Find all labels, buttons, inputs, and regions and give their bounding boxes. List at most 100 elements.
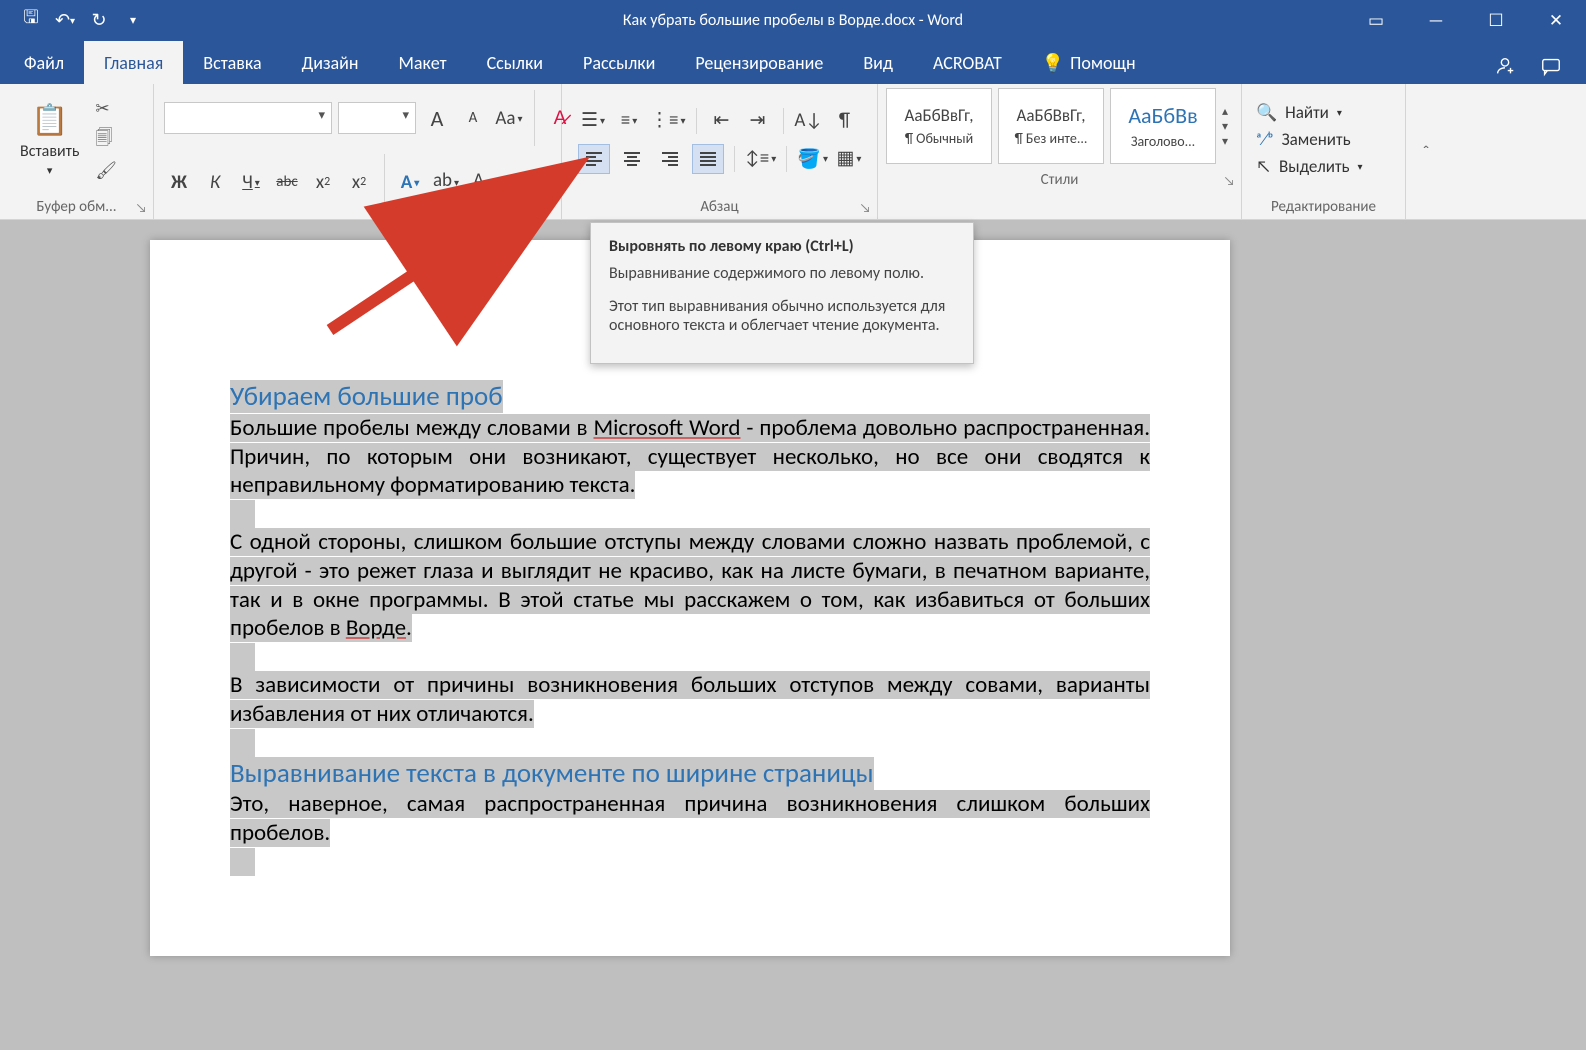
styles-group-label: Стили↘ bbox=[878, 168, 1241, 192]
dialog-launcher-icon[interactable]: ↘ bbox=[860, 201, 871, 216]
group-styles: АаБбВвГг, ¶ Обычный АаБбВвГг, ¶ Без инте… bbox=[878, 84, 1242, 219]
editing-group-label: Редактирование bbox=[1242, 195, 1405, 219]
grow-font-button[interactable]: A bbox=[422, 103, 452, 133]
style-name: ¶ Без инте... bbox=[1015, 130, 1088, 147]
decrease-indent-button[interactable]: ⇤ bbox=[707, 106, 737, 136]
qat-customize-icon[interactable]: ▾ bbox=[118, 5, 148, 35]
tab-mailings[interactable]: Рассылки bbox=[563, 41, 675, 84]
empty-line-selection bbox=[230, 500, 255, 528]
dialog-launcher-icon[interactable]: ↘ bbox=[1224, 174, 1235, 189]
tab-review[interactable]: Рецензирование bbox=[675, 41, 843, 84]
style-normal[interactable]: АаБбВвГг, ¶ Обычный bbox=[886, 88, 992, 164]
align-center-button[interactable] bbox=[616, 144, 648, 174]
numbering-button[interactable]: ≡▾ bbox=[614, 106, 644, 136]
font-name-combo[interactable] bbox=[164, 102, 332, 134]
paragraph-text: Большие пробелы между словами в bbox=[230, 414, 593, 442]
show-marks-button[interactable]: ¶ bbox=[830, 106, 860, 136]
heading-1: Убираем большие проб bbox=[230, 380, 503, 413]
save-icon[interactable]: 🖫 bbox=[16, 5, 46, 35]
format-painter-icon[interactable]: 🖌 bbox=[95, 160, 117, 181]
strike-button[interactable]: abc bbox=[272, 167, 302, 197]
paste-button[interactable]: 📋 Вставить ▾ bbox=[10, 98, 89, 181]
tab-insert[interactable]: Вставка bbox=[183, 41, 281, 84]
tab-view[interactable]: Вид bbox=[843, 41, 913, 84]
tab-home[interactable]: Главная bbox=[84, 41, 183, 84]
paragraph-text: . bbox=[406, 614, 412, 642]
style-heading1[interactable]: АаБбВв Заголово... bbox=[1110, 88, 1216, 164]
tab-design[interactable]: Дизайн bbox=[282, 41, 379, 84]
tab-file[interactable]: Файл bbox=[4, 41, 84, 84]
group-paragraph: ☰▾ ≡▾ ⋮≡▾ ⇤ ⇥ A↓ ¶ ↕≡▾ bbox=[562, 84, 878, 219]
comments-icon[interactable] bbox=[1528, 48, 1574, 84]
select-button[interactable]: ↖Выделить▾ bbox=[1256, 156, 1363, 177]
undo-icon[interactable]: ↶▾ bbox=[50, 5, 80, 35]
title-bar: 🖫 ↶▾ ↻ ▾ Как убрать большие пробелы в Во… bbox=[0, 0, 1586, 40]
dialog-launcher-icon[interactable]: ↘ bbox=[136, 201, 147, 216]
tooltip-align-left: Выровнять по левому краю (Ctrl+L) Выравн… bbox=[590, 222, 974, 364]
cursor-icon: ↖ bbox=[1256, 156, 1271, 177]
multilevel-button[interactable]: ⋮≡▾ bbox=[650, 106, 686, 136]
underline-button[interactable]: Ч▾ bbox=[236, 167, 266, 197]
sort-button[interactable]: A↓ bbox=[794, 106, 824, 136]
style-no-spacing[interactable]: АаБбВвГг, ¶ Без инте... bbox=[998, 88, 1104, 164]
maximize-icon[interactable]: ☐ bbox=[1466, 0, 1526, 40]
tell-me-label: Помощн bbox=[1070, 52, 1135, 74]
tab-acrobat[interactable]: ACROBAT bbox=[913, 41, 1022, 84]
tab-layout[interactable]: Макет bbox=[379, 41, 467, 84]
bold-button[interactable]: Ж bbox=[164, 167, 194, 197]
collapse-ribbon-button[interactable]: ˆ bbox=[1406, 84, 1446, 219]
clipboard-icon: 📋 bbox=[31, 102, 68, 139]
copy-icon[interactable]: 🗐 bbox=[95, 125, 117, 154]
italic-button[interactable]: К bbox=[200, 167, 230, 197]
style-sample: АаБбВвГг, bbox=[1016, 105, 1085, 126]
find-button[interactable]: 🔍Найти▾ bbox=[1256, 102, 1363, 123]
paragraph-group-label: Абзац↘ bbox=[562, 195, 877, 219]
tell-me-field[interactable]: 💡 Помощн bbox=[1022, 41, 1156, 84]
ribbon-tabs: Файл Главная Вставка Дизайн Макет Ссылки… bbox=[0, 40, 1586, 84]
paragraph-text: Это, наверное, самая распространенная пр… bbox=[230, 790, 1150, 847]
replace-icon: ᵃ⁄ᵇ bbox=[1256, 129, 1274, 150]
annotation-arrow bbox=[310, 150, 600, 350]
empty-line-selection bbox=[230, 643, 255, 671]
share-icon[interactable] bbox=[1482, 48, 1528, 84]
style-sample: АаБбВвГг, bbox=[904, 105, 973, 126]
empty-line-selection bbox=[230, 729, 255, 757]
window-title: Как убрать большие пробелы в Ворде.docx … bbox=[623, 11, 963, 30]
chevron-down-icon: ▾ bbox=[47, 164, 53, 177]
minimize-icon[interactable]: — bbox=[1406, 0, 1466, 40]
font-size-combo[interactable] bbox=[338, 102, 416, 134]
bullets-button[interactable]: ☰▾ bbox=[578, 106, 608, 136]
style-name: Заголово... bbox=[1131, 133, 1195, 150]
empty-line-selection bbox=[230, 848, 255, 876]
shading-button[interactable]: 🪣▾ bbox=[797, 144, 828, 174]
borders-button[interactable]: ▦▾ bbox=[834, 144, 864, 174]
paste-label: Вставить bbox=[20, 142, 79, 161]
shrink-font-button[interactable]: A bbox=[458, 103, 488, 133]
close-icon[interactable]: ✕ bbox=[1526, 0, 1586, 40]
link-word: Ворде bbox=[346, 614, 406, 642]
group-clipboard: 📋 Вставить ▾ ✂ 🗐 🖌 Буфер обм...↘ bbox=[0, 84, 154, 219]
style-sample: АаБбВв bbox=[1128, 102, 1197, 129]
cut-icon[interactable]: ✂ bbox=[95, 98, 117, 119]
clipboard-group-label: Буфер обм...↘ bbox=[0, 195, 153, 219]
line-spacing-button[interactable]: ↕≡▾ bbox=[745, 144, 776, 174]
document-content[interactable]: Убираем большие проб Большие пробелы меж… bbox=[230, 380, 1150, 876]
group-editing: 🔍Найти▾ ᵃ⁄ᵇЗаменить ↖Выделить▾ Редактиро… bbox=[1242, 84, 1406, 219]
link-msword: Microsoft Word bbox=[593, 414, 740, 442]
ribbon-display-icon[interactable]: ▭ bbox=[1346, 0, 1406, 40]
change-case-button[interactable]: Aa▾ bbox=[494, 103, 524, 133]
style-name: ¶ Обычный bbox=[905, 130, 973, 147]
tooltip-extra: Этот тип выравнивания обычно используетс… bbox=[609, 297, 955, 335]
window-controls: ▭ — ☐ ✕ bbox=[1346, 0, 1586, 40]
replace-button[interactable]: ᵃ⁄ᵇЗаменить bbox=[1256, 129, 1363, 150]
tooltip-description: Выравнивание содержимого по левому полю. bbox=[609, 264, 955, 283]
tab-references[interactable]: Ссылки bbox=[467, 41, 563, 84]
align-right-button[interactable] bbox=[654, 144, 686, 174]
redo-icon[interactable]: ↻ bbox=[84, 5, 114, 35]
align-justify-button[interactable] bbox=[692, 144, 724, 174]
increase-indent-button[interactable]: ⇥ bbox=[743, 106, 773, 136]
heading-2: Выравнивание текста в документе по ширин… bbox=[230, 757, 874, 790]
ribbon: 📋 Вставить ▾ ✂ 🗐 🖌 Буфер обм...↘ A A Aa▾ bbox=[0, 84, 1586, 220]
styles-gallery-expand[interactable]: ▴▾▾ bbox=[1222, 104, 1228, 149]
quick-access-toolbar: 🖫 ↶▾ ↻ ▾ bbox=[0, 5, 148, 35]
